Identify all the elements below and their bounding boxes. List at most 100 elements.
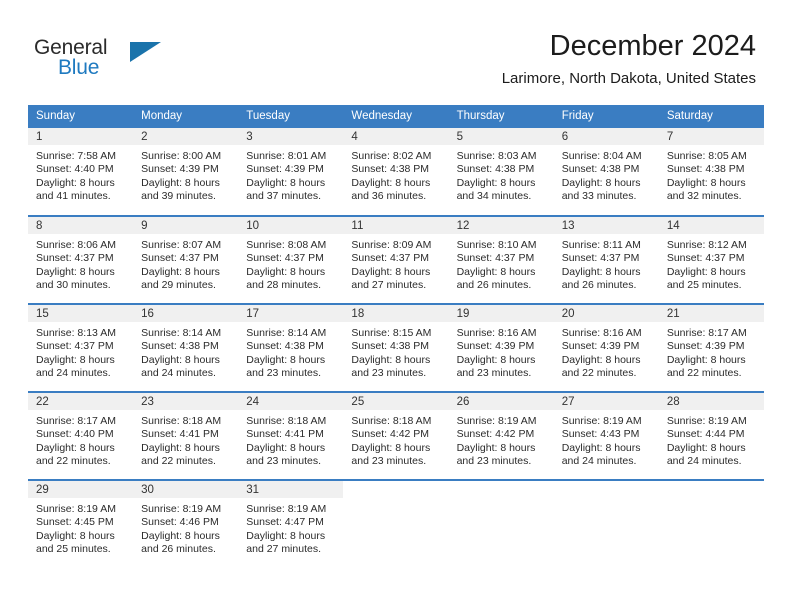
sunset-time: Sunset: 4:37 PM <box>36 252 114 265</box>
sunset-time: Sunset: 4:41 PM <box>141 428 219 441</box>
calendar-day-cell[interactable]: 24 Sunrise: 8:18 AM Sunset: 4:41 PM Dayligh… <box>238 391 344 480</box>
calendar-day-cell[interactable]: 9 Sunrise: 8:07 AM Sunset: 4:37 PM Daylight… <box>133 215 239 304</box>
daylight-duration-line2: and 23 minutes. <box>351 455 427 468</box>
daylight-duration-line1: Daylight: 8 hours <box>141 176 220 189</box>
calendar-day-cell[interactable]: 1 Sunrise: 7:58 AM Sunset: 4:40 PM Daylight… <box>28 128 134 216</box>
page-title: December 2024 <box>549 30 756 62</box>
sunset-time: Sunset: 4:38 PM <box>141 340 219 353</box>
sunrise-time: Sunrise: 8:19 AM <box>666 415 747 427</box>
sunrise-time: Sunrise: 8:14 AM <box>246 327 327 339</box>
daylight-duration-line2: and 41 minutes. <box>36 190 111 203</box>
day-number: 14 <box>658 217 764 234</box>
calendar-week-row: 8 Sunrise: 8:06 AM Sunset: 4:37 PM Daylight… <box>28 215 764 304</box>
weekday-header-thursday: Thursday <box>448 105 554 128</box>
daylight-duration-line1: Daylight: 8 hours <box>666 265 746 278</box>
calendar-day-cell[interactable]: 10 Sunrise: 8:08 AM Sunset: 4:37 PM Dayligh… <box>238 215 344 304</box>
calendar-day-cell[interactable]: 2 Sunrise: 8:00 AM Sunset: 4:39 PM Daylight… <box>133 128 239 216</box>
calendar-day-cell[interactable]: 5 Sunrise: 8:03 AM Sunset: 4:38 PM Daylight… <box>448 128 554 216</box>
day-number: 21 <box>658 305 764 322</box>
day-number: 7 <box>658 128 764 145</box>
daylight-duration-line1: Daylight: 8 hours <box>351 441 431 454</box>
calendar-day-cell[interactable]: 23 Sunrise: 8:18 AM Sunset: 4:41 PM Dayligh… <box>133 391 239 480</box>
calendar-day-cell[interactable]: 3 Sunrise: 8:01 AM Sunset: 4:39 PM Daylight… <box>238 128 344 216</box>
calendar-day-cell[interactable]: 7 Sunrise: 8:05 AM Sunset: 4:38 PM Daylight… <box>658 128 764 216</box>
day-sun-info: Sunrise: 8:12 AM Sunset: 4:37 PM Daylight:… <box>659 234 764 293</box>
calendar-day-cell[interactable]: 28 Sunrise: 8:19 AM Sunset: 4:44 PM Dayligh… <box>658 391 764 480</box>
day-number: 29 <box>28 481 134 498</box>
day-number: 18 <box>343 305 449 322</box>
daylight-duration-line2: and 23 minutes. <box>246 367 321 380</box>
calendar-day-cell[interactable]: 25 Sunrise: 8:18 AM Sunset: 4:42 PM Dayligh… <box>343 391 449 480</box>
daylight-duration-line1: Daylight: 8 hours <box>246 265 326 278</box>
day-sun-info: Sunrise: 8:14 AM Sunset: 4:38 PM Daylight:… <box>133 322 238 381</box>
day-sun-info: Sunrise: 8:17 AM Sunset: 4:39 PM Daylight:… <box>659 322 764 381</box>
day-sun-info: Sunrise: 8:18 AM Sunset: 4:42 PM Daylight:… <box>343 410 448 469</box>
sunset-time: Sunset: 4:38 PM <box>561 163 640 176</box>
calendar-day-cell[interactable]: 30 Sunrise: 8:19 AM Sunset: 4:46 PM Dayligh… <box>133 479 239 568</box>
blue-triangle-logo-icon <box>130 42 161 62</box>
weekday-header-wednesday: Wednesday <box>343 105 449 128</box>
calendar-week-row: 29 Sunrise: 8:19 AM Sunset: 4:45 PM Dayligh… <box>28 479 764 568</box>
calendar-day-cell[interactable]: 14 Sunrise: 8:12 AM Sunset: 4:37 PM Dayligh… <box>658 215 764 304</box>
daylight-duration-line2: and 22 minutes. <box>561 367 637 380</box>
sunset-time: Sunset: 4:37 PM <box>561 252 640 265</box>
calendar-day-cell[interactable]: 17 Sunrise: 8:14 AM Sunset: 4:38 PM Dayligh… <box>238 303 344 392</box>
calendar-day-cell-empty <box>448 479 554 568</box>
daylight-duration-line1: Daylight: 8 hours <box>246 529 326 542</box>
title-block: December 2024 Larimore, North Dakota, Un… <box>502 28 756 90</box>
calendar-day-cell-empty <box>343 479 449 568</box>
day-number: 4 <box>343 128 449 145</box>
calendar-page: General Blue December 2024 Larimore, Nor… <box>0 0 792 612</box>
calendar-day-cell[interactable]: 4 Sunrise: 8:02 AM Sunset: 4:38 PM Daylight… <box>343 128 449 216</box>
daylight-duration-line1: Daylight: 8 hours <box>561 441 641 454</box>
day-sun-info: Sunrise: 8:19 AM Sunset: 4:42 PM Daylight:… <box>449 410 554 469</box>
sunset-time: Sunset: 4:38 PM <box>666 163 745 176</box>
daylight-duration-line1: Daylight: 8 hours <box>141 265 220 278</box>
daylight-duration-line1: Daylight: 8 hours <box>36 176 115 189</box>
calendar-day-cell[interactable]: 22 Sunrise: 8:17 AM Sunset: 4:40 PM Dayligh… <box>28 391 134 480</box>
daylight-duration-line1: Daylight: 8 hours <box>36 265 115 278</box>
calendar-day-cell-empty <box>658 479 764 568</box>
day-number: 10 <box>238 217 344 234</box>
sunset-time: Sunset: 4:42 PM <box>456 428 535 441</box>
sunset-time: Sunset: 4:39 PM <box>666 340 745 353</box>
daylight-duration-line1: Daylight: 8 hours <box>246 353 326 366</box>
calendar-day-cell[interactable]: 31 Sunrise: 8:19 AM Sunset: 4:47 PM Dayligh… <box>238 479 344 568</box>
sunrise-time: Sunrise: 8:04 AM <box>561 150 642 162</box>
calendar-day-cell[interactable]: 20 Sunrise: 8:16 AM Sunset: 4:39 PM Dayligh… <box>553 303 659 392</box>
sunset-time: Sunset: 4:44 PM <box>666 428 745 441</box>
calendar-day-cell[interactable]: 27 Sunrise: 8:19 AM Sunset: 4:43 PM Dayligh… <box>553 391 659 480</box>
day-number: 1 <box>28 128 134 145</box>
calendar-day-cell[interactable]: 29 Sunrise: 8:19 AM Sunset: 4:45 PM Dayligh… <box>28 479 134 568</box>
sunrise-time: Sunrise: 8:19 AM <box>246 503 327 515</box>
sunset-time: Sunset: 4:40 PM <box>36 163 114 176</box>
sunrise-time: Sunrise: 8:17 AM <box>666 327 747 339</box>
calendar-day-cell[interactable]: 16 Sunrise: 8:14 AM Sunset: 4:38 PM Dayligh… <box>133 303 239 392</box>
sunrise-time: Sunrise: 8:16 AM <box>561 327 642 339</box>
sunrise-time: Sunrise: 8:02 AM <box>351 150 432 162</box>
weekday-header-tuesday: Tuesday <box>238 105 344 128</box>
day-sun-info: Sunrise: 8:03 AM Sunset: 4:38 PM Daylight:… <box>449 145 554 204</box>
day-sun-info: Sunrise: 8:16 AM Sunset: 4:39 PM Daylight:… <box>449 322 554 381</box>
sunset-time: Sunset: 4:37 PM <box>36 340 114 353</box>
calendar-day-cell[interactable]: 26 Sunrise: 8:19 AM Sunset: 4:42 PM Dayligh… <box>448 391 554 480</box>
weekday-header-sunday: Sunday <box>28 105 134 128</box>
sunrise-time: Sunrise: 8:05 AM <box>666 150 747 162</box>
generalblue-logo[interactable]: General Blue <box>34 36 214 84</box>
sunset-time: Sunset: 4:45 PM <box>36 516 114 529</box>
calendar-day-cell[interactable]: 12 Sunrise: 8:10 AM Sunset: 4:37 PM Dayligh… <box>448 215 554 304</box>
daylight-duration-line2: and 29 minutes. <box>141 279 216 292</box>
calendar-day-cell[interactable]: 11 Sunrise: 8:09 AM Sunset: 4:37 PM Dayligh… <box>343 215 449 304</box>
day-number <box>448 481 554 498</box>
calendar-day-cell[interactable]: 19 Sunrise: 8:16 AM Sunset: 4:39 PM Dayligh… <box>448 303 554 392</box>
calendar-day-cell[interactable]: 18 Sunrise: 8:15 AM Sunset: 4:38 PM Dayligh… <box>343 303 449 392</box>
calendar-day-cell[interactable]: 13 Sunrise: 8:11 AM Sunset: 4:37 PM Dayligh… <box>553 215 659 304</box>
sunset-time: Sunset: 4:37 PM <box>666 252 745 265</box>
daylight-duration-line2: and 24 minutes. <box>36 367 111 380</box>
calendar-grid: Sunday Monday Tuesday Wednesday Thursday… <box>28 105 764 568</box>
calendar-day-cell[interactable]: 6 Sunrise: 8:04 AM Sunset: 4:38 PM Daylight… <box>553 128 659 216</box>
calendar-day-cell[interactable]: 21 Sunrise: 8:17 AM Sunset: 4:39 PM Dayligh… <box>658 303 764 392</box>
calendar-day-cell[interactable]: 8 Sunrise: 8:06 AM Sunset: 4:37 PM Daylight… <box>28 215 134 304</box>
daylight-duration-line2: and 23 minutes. <box>351 367 427 380</box>
calendar-day-cell[interactable]: 15 Sunrise: 8:13 AM Sunset: 4:37 PM Dayligh… <box>28 303 134 392</box>
